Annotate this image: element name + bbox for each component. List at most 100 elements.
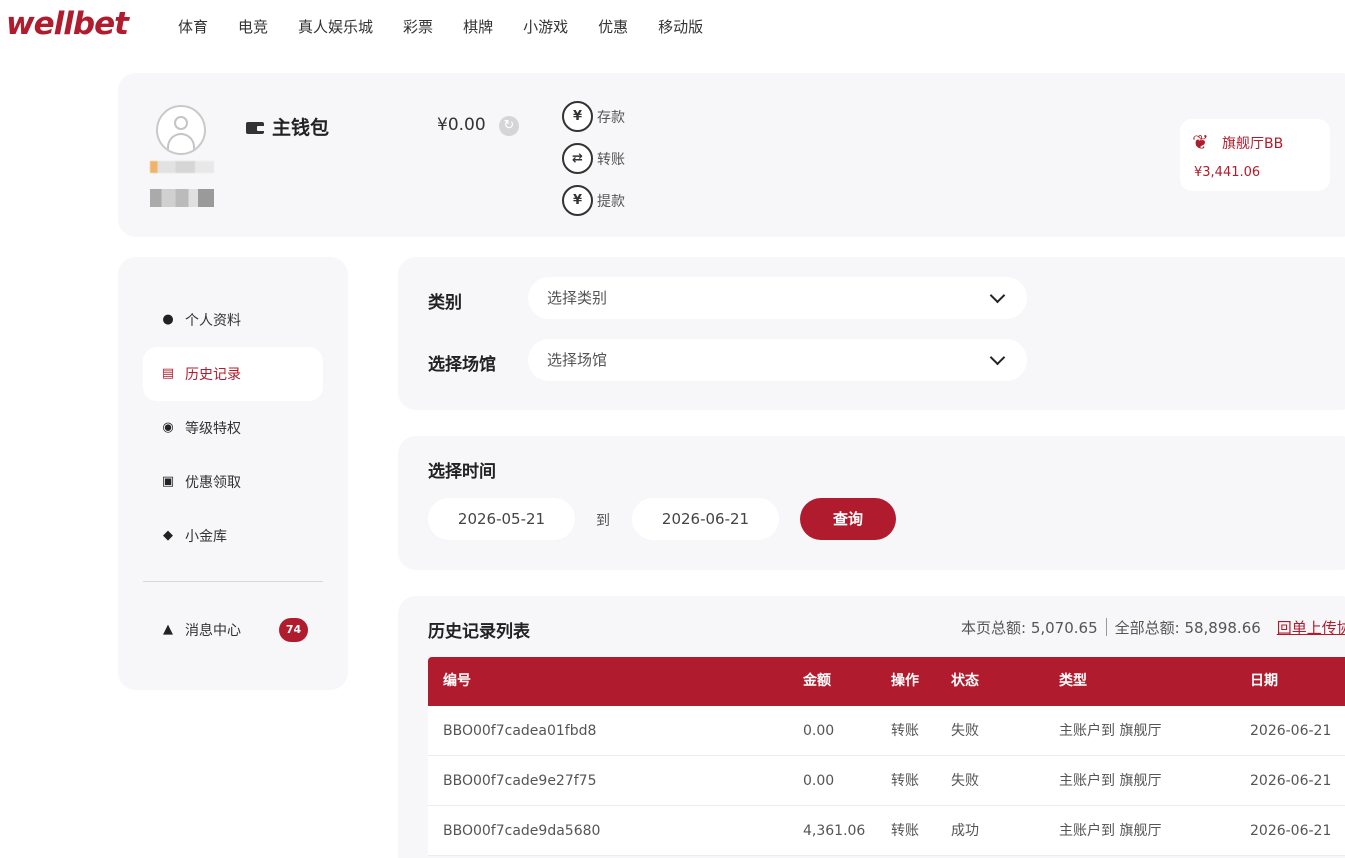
- start-date-input[interactable]: 2026-05-21: [428, 498, 575, 540]
- wellbet-logo[interactable]: wellbet: [6, 6, 129, 42]
- cell-id: BBO00f7cade9e27f75: [443, 773, 597, 789]
- username-redacted: [150, 161, 214, 173]
- sidebar-item-claim-promotions[interactable]: ▣ 优惠领取: [143, 455, 323, 509]
- category-select-value: 选择类别: [547, 289, 608, 307]
- table-row[interactable]: BBO00f7cade9e27f75 0.00 转账 失败 主账户到 旗舰厅 2…: [428, 756, 1345, 806]
- date-range-separator: 到: [596, 513, 610, 529]
- deposit-icon: ¥: [562, 101, 593, 132]
- history-table: 编号 金额 操作 状态 类型 日期 BBO00f7cadea01fbd8 0.0…: [428, 657, 1345, 856]
- cell-id: BBO00f7cadea01fbd8: [443, 723, 597, 739]
- nav-item-lottery[interactable]: 彩票: [403, 16, 433, 37]
- wing-logo-icon: ❦: [1192, 130, 1209, 154]
- cell-operation: 转账: [891, 773, 919, 789]
- gift-icon: ▣: [161, 474, 175, 489]
- venue-label: 选择场馆: [428, 355, 496, 375]
- table-header: 编号 金额 操作 状态 类型 日期: [428, 657, 1345, 706]
- withdraw-label: 提款: [597, 193, 625, 210]
- cell-amount: 4,361.06: [803, 823, 866, 839]
- account-sidebar: ● 个人资料 ▤ 历史记录 ◉ 等级特权 ▣ 优惠领取 ◆ 小金库 ▲ 消息中心…: [118, 257, 348, 690]
- deposit-button[interactable]: ¥ 存款: [562, 101, 625, 132]
- query-button[interactable]: 查询: [800, 498, 896, 540]
- filter-panel: 类别 选择类别 选择场馆 选择场馆: [398, 257, 1345, 410]
- history-list-panel: 历史记录列表 本页总额: 5,070.65 全部总额: 58,898.66 回单…: [398, 596, 1345, 858]
- document-icon: ▤: [161, 366, 175, 381]
- cell-type: 主账户到 旗舰厅: [1059, 823, 1162, 839]
- sidebar-item-history[interactable]: ▤ 历史记录: [143, 347, 323, 401]
- nav-item-promotions[interactable]: 优惠: [598, 16, 628, 37]
- time-filter-panel: 选择时间 2026-05-21 到 2026-06-21 查询: [398, 436, 1345, 570]
- sidebar-divider: [143, 581, 323, 582]
- chevron-down-icon: [989, 287, 1006, 304]
- transfer-button[interactable]: ⇄ 转账: [562, 143, 625, 174]
- venue-select[interactable]: 选择场馆: [528, 339, 1027, 381]
- main-nav: 体育 电竞 真人娱乐城 彩票 棋牌 小游戏 优惠 移动版: [178, 16, 733, 37]
- nav-item-live-casino[interactable]: 真人娱乐城: [298, 16, 373, 37]
- cell-date: 2026-06-21: [1250, 723, 1332, 739]
- wallet-icon: [246, 119, 266, 135]
- wallet-card: 主钱包 ¥0.00 ↻ ¥ 存款 ⇄ 转账 ¥ 提款 ❦ 旗舰厅BB ¥3,44…: [118, 73, 1345, 237]
- nav-item-sports[interactable]: 体育: [178, 16, 208, 37]
- nav-item-mobile[interactable]: 移动版: [658, 16, 703, 37]
- cell-type: 主账户到 旗舰厅: [1059, 723, 1162, 739]
- column-header-date: 日期: [1250, 673, 1278, 689]
- message-count-badge: 74: [279, 618, 308, 642]
- table-row[interactable]: BBO00f7cade9da5680 4,361.06 转账 成功 主账户到 旗…: [428, 806, 1345, 856]
- cell-status: 失败: [951, 773, 979, 789]
- flagship-amount: ¥3,441.06: [1194, 165, 1261, 180]
- sidebar-item-label: 优惠领取: [185, 475, 241, 491]
- transfer-icon: ⇄: [562, 143, 593, 174]
- cell-operation: 转账: [891, 723, 919, 739]
- user-level-redacted: [150, 189, 214, 207]
- time-label: 选择时间: [428, 462, 496, 482]
- medal-icon: ◉: [162, 420, 174, 435]
- transfer-label: 转账: [597, 151, 625, 168]
- main-wallet-balance: ¥0.00: [437, 115, 486, 135]
- column-header-type: 类型: [1059, 673, 1087, 689]
- column-header-amount: 金额: [803, 673, 831, 689]
- main-wallet-title: 主钱包: [246, 113, 329, 140]
- cell-date: 2026-06-21: [1250, 773, 1332, 789]
- history-list-title: 历史记录列表: [428, 622, 530, 642]
- cell-date: 2026-06-21: [1250, 823, 1332, 839]
- upload-receipt-link[interactable]: 回单上传协: [1277, 617, 1345, 638]
- diamond-icon: ◆: [163, 528, 173, 543]
- category-label: 类别: [428, 293, 462, 313]
- sidebar-item-label: 历史记录: [185, 367, 241, 383]
- chevron-down-icon: [989, 349, 1006, 366]
- end-date-input[interactable]: 2026-06-21: [632, 498, 779, 540]
- main-wallet-label: 主钱包: [272, 117, 330, 139]
- column-header-id: 编号: [443, 673, 471, 689]
- column-header-operation: 操作: [891, 673, 919, 689]
- totals-divider: [1105, 618, 1107, 636]
- cell-type: 主账户到 旗舰厅: [1059, 773, 1162, 789]
- sidebar-item-label: 小金库: [185, 529, 227, 545]
- cell-amount: 0.00: [803, 773, 835, 789]
- flagship-wallet-card[interactable]: ❦ 旗舰厅BB ¥3,441.06: [1180, 119, 1330, 191]
- cell-status: 失败: [951, 723, 979, 739]
- sidebar-item-vault[interactable]: ◆ 小金库: [143, 509, 323, 563]
- bell-icon: ▲: [163, 622, 173, 637]
- category-select[interactable]: 选择类别: [528, 277, 1027, 319]
- withdraw-button[interactable]: ¥ 提款: [562, 185, 625, 216]
- withdraw-icon: ¥: [562, 185, 593, 216]
- page-total: 本页总额: 5,070.65: [961, 619, 1098, 637]
- user-icon: ●: [162, 312, 174, 327]
- cell-amount: 0.00: [803, 723, 835, 739]
- nav-item-mini-games[interactable]: 小游戏: [523, 16, 568, 37]
- nav-item-chess-cards[interactable]: 棋牌: [463, 16, 493, 37]
- totals-bar: 本页总额: 5,070.65 全部总额: 58,898.66 回单上传协: [961, 617, 1345, 638]
- refresh-icon[interactable]: ↻: [499, 116, 519, 136]
- avatar: [156, 105, 206, 155]
- cell-status: 成功: [951, 823, 979, 839]
- top-navbar: wellbet 体育 电竞 真人娱乐城 彩票 棋牌 小游戏 优惠 移动版: [0, 0, 1345, 54]
- cell-operation: 转账: [891, 823, 919, 839]
- all-total: 全部总额: 58,898.66: [1114, 619, 1261, 637]
- column-header-status: 状态: [951, 673, 979, 689]
- sidebar-item-profile[interactable]: ● 个人资料: [143, 293, 323, 347]
- venue-select-value: 选择场馆: [547, 351, 608, 369]
- cell-id: BBO00f7cade9da5680: [443, 823, 601, 839]
- table-row[interactable]: BBO00f7cadea01fbd8 0.00 转账 失败 主账户到 旗舰厅 2…: [428, 706, 1345, 756]
- nav-item-esports[interactable]: 电竞: [238, 16, 268, 37]
- sidebar-item-label: 个人资料: [185, 313, 241, 329]
- sidebar-item-vip-privileges[interactable]: ◉ 等级特权: [143, 401, 323, 455]
